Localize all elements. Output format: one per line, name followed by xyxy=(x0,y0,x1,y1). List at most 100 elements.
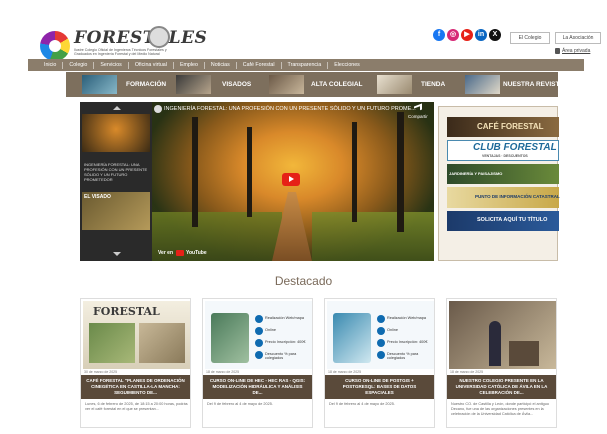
share-icon[interactable] xyxy=(414,103,422,113)
bullet-icon xyxy=(377,339,385,347)
revista-thumbnail xyxy=(465,75,500,94)
nav-item-cafe-forestal[interactable]: Café Forestal xyxy=(237,61,282,69)
playlist-item-text[interactable]: INGENIERÍA FORESTAL: UNA PROFESIÓN CON U… xyxy=(84,162,148,182)
video-frame-tree xyxy=(397,112,404,232)
catastral-banner[interactable]: PUNTO DE INFORMACIÓN CATASTRAL xyxy=(447,187,560,208)
quick-link-visados[interactable]: VISADOS xyxy=(166,72,261,97)
playlist-up-arrow-icon[interactable] xyxy=(113,106,121,110)
playlist-item-text: EL VISADO xyxy=(84,194,111,200)
news-card[interactable]: 18 de marzo de 2025 NUESTRO COLEGIO PRES… xyxy=(446,298,557,428)
club-forestal-label: CLUB FORESTAL xyxy=(473,142,557,153)
nav-item-oficina-virtual[interactable]: Oficina virtual xyxy=(129,61,174,69)
quick-link-alta-colegial[interactable]: ALTA COLEGIAL xyxy=(261,72,371,97)
quick-link-tienda[interactable]: TIENDA xyxy=(371,72,461,97)
news-card-image[interactable]: Realización Web/mapa Online Precio Inscr… xyxy=(327,301,434,369)
news-card-date: 30 de marzo de 2025 xyxy=(84,370,118,374)
card-bullet-text: Descuento % para colegiados xyxy=(265,352,297,360)
news-card-title[interactable]: CAFÉ FORESTAL "PLANES DE ORDENACIÓN CINE… xyxy=(85,378,186,396)
news-card-excerpt: Nuestro CO. de Castilla y León, donde pa… xyxy=(451,402,549,416)
instagram-icon[interactable]: ◎ xyxy=(447,29,459,41)
card-bullet-text: Realización Web/mapa xyxy=(387,316,426,320)
alta-colegial-thumbnail xyxy=(269,75,304,94)
shield-emblem-icon xyxy=(148,26,170,48)
formacion-thumbnail xyxy=(82,75,117,94)
news-card-image[interactable] xyxy=(449,301,556,369)
section-title: Destacado xyxy=(274,274,333,288)
card-logo-text: FORESTAL xyxy=(93,305,160,318)
news-card-title[interactable]: CURSO ON-LINE DE HEC - HEC RAS - QGIS: M… xyxy=(207,378,308,396)
lectern xyxy=(509,341,539,366)
news-card-excerpt: Del 9 de febrero al 4 de mayo de 2025. xyxy=(207,402,273,406)
nav-item-empleo[interactable]: Empleo xyxy=(174,61,205,69)
bullet-icon xyxy=(255,315,263,323)
watch-on-label[interactable]: Ver en xyxy=(158,250,173,256)
card-photo xyxy=(89,323,135,363)
bullet-icon xyxy=(377,351,385,359)
news-card[interactable]: FORESTAL 30 de marzo de 2025 CAFÉ FOREST… xyxy=(80,298,191,428)
facebook-icon[interactable]: f xyxy=(433,29,445,41)
card-bullet-text: Online xyxy=(265,328,276,332)
nav-item-transparencia[interactable]: Transparencia xyxy=(282,61,329,69)
promo-sidebar: CAFÉ FORESTAL CLUB FORESTAL VENTAJAS · D… xyxy=(438,106,560,261)
quick-link-formacion[interactable]: FORMACIÓN xyxy=(66,72,166,97)
visados-thumbnail xyxy=(176,75,211,94)
card-map xyxy=(211,313,249,363)
card-bullet-text: Precio Inscripción: 400€ xyxy=(265,340,306,344)
tienda-thumbnail xyxy=(377,75,412,94)
linkedin-icon[interactable]: in xyxy=(475,29,487,41)
share-label[interactable]: Compartir xyxy=(408,114,428,119)
video-player[interactable]: INGENIERÍA FORESTAL: UNA PROFESIÓN CON U… xyxy=(152,102,434,261)
quick-link-label: FORMACIÓN xyxy=(126,81,167,88)
card-bullet-text: Online xyxy=(387,328,398,332)
bullet-icon xyxy=(255,327,263,335)
catastral-label: PUNTO DE INFORMACIÓN CATASTRAL xyxy=(475,194,560,199)
video-frame-tree xyxy=(192,117,198,227)
x-icon[interactable]: X xyxy=(489,29,501,41)
lock-icon xyxy=(555,48,560,54)
club-forestal-sub: VENTAJAS · DESCUENTOS xyxy=(482,154,528,158)
la-asociacion-button[interactable]: La Asociación xyxy=(555,32,601,44)
card-bullet-text: Precio Inscripción: 400€ xyxy=(387,340,428,344)
news-card-image[interactable]: Realización Web/mapa Online Precio Inscr… xyxy=(205,301,312,369)
card-map xyxy=(333,313,371,363)
youtube-icon[interactable]: ▶ xyxy=(461,29,473,41)
play-icon[interactable] xyxy=(282,173,300,186)
solicita-titulo-banner[interactable]: SOLICITA AQUÍ TU TÍTULO xyxy=(447,211,559,231)
news-card-image[interactable]: FORESTAL xyxy=(83,301,190,369)
logo-subtitle: Ilustre Colegio Oficial de Ingenieros Té… xyxy=(74,48,167,57)
news-card[interactable]: Realización Web/mapa Online Precio Inscr… xyxy=(202,298,313,428)
nav-item-inicio[interactable]: Inicio xyxy=(38,61,64,69)
news-card-title[interactable]: NUESTRO COLEGIO PRESENTE EN LA UNIVERSID… xyxy=(451,378,552,396)
playlist-thumb-1[interactable] xyxy=(82,114,150,152)
el-colegio-button[interactable]: El Colegio xyxy=(510,32,550,44)
nav-item-elecciones[interactable]: Elecciones xyxy=(328,62,366,69)
youtube-logo-icon[interactable] xyxy=(176,250,184,256)
news-card-date: 18 de marzo de 2025 xyxy=(328,370,362,374)
nav-item-colegio[interactable]: Colegio xyxy=(63,61,95,69)
main-nav: Inicio Colegio Servicios Oficina virtual… xyxy=(28,59,584,71)
private-area-link[interactable]: Área privada xyxy=(562,48,590,54)
bullet-icon xyxy=(255,339,263,347)
news-card-title[interactable]: CURSO ON-LINE DE POSTGIS + POSTGRESQL: B… xyxy=(329,378,430,396)
video-title[interactable]: INGENIERÍA FORESTAL: UNA PROFESIÓN CON U… xyxy=(164,106,416,112)
logo-wordmark[interactable]: FORESTALES xyxy=(74,28,207,48)
quick-link-label: VISADOS xyxy=(222,81,252,88)
site-header: FORESTALES Ilustre Colegio Oficial de In… xyxy=(0,8,607,61)
jardineria-banner[interactable]: JARDINERÍA Y PAISAJISMO xyxy=(447,164,559,184)
youtube-label[interactable]: YouTube xyxy=(186,250,207,256)
video-frame-grass xyxy=(312,212,434,261)
playlist-down-arrow-icon[interactable] xyxy=(113,252,121,256)
quick-link-label: ALTA COLEGIAL xyxy=(311,81,363,88)
channel-avatar-icon[interactable] xyxy=(154,105,162,113)
cafe-forestal-banner[interactable]: CAFÉ FORESTAL xyxy=(447,117,559,137)
video-frame-tree xyxy=(352,122,357,222)
card-photo xyxy=(139,323,185,363)
nav-item-noticias[interactable]: Noticias xyxy=(205,61,237,69)
jardineria-label: JARDINERÍA Y PAISAJISMO xyxy=(449,171,503,176)
quick-link-label: TIENDA xyxy=(421,81,446,88)
quick-link-revista[interactable]: NUESTRA REVISTA xyxy=(461,72,564,97)
logo-mark-icon[interactable] xyxy=(40,31,70,61)
nav-item-servicios[interactable]: Servicios xyxy=(94,61,129,69)
club-forestal-banner[interactable]: CLUB FORESTAL VENTAJAS · DESCUENTOS xyxy=(447,140,559,161)
news-card[interactable]: Realización Web/mapa Online Precio Inscr… xyxy=(324,298,435,428)
